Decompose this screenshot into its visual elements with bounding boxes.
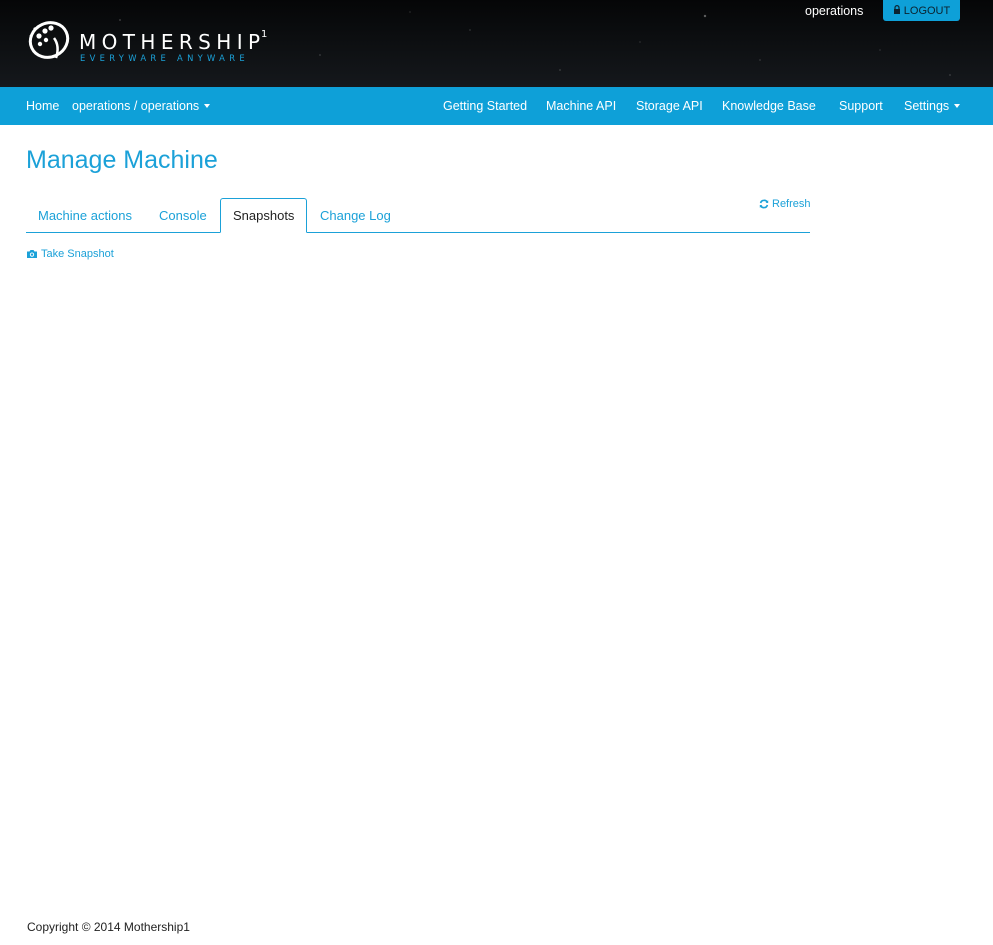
nav-getting-started[interactable]: Getting Started bbox=[443, 87, 527, 125]
current-user[interactable]: operations bbox=[805, 4, 863, 18]
top-header: MOTHERSHIP 1 EVERYWARE ANYWARE operation… bbox=[0, 0, 993, 87]
take-snapshot-label: Take Snapshot bbox=[41, 248, 114, 260]
nav-storage-api[interactable]: Storage API bbox=[636, 87, 703, 125]
camera-icon bbox=[27, 250, 37, 258]
nav-home[interactable]: Home bbox=[26, 87, 59, 125]
mothership-logo-icon bbox=[28, 21, 70, 59]
tab-console[interactable]: Console bbox=[147, 198, 219, 233]
machine-tabs: Machine actions Console Snapshots Change… bbox=[26, 198, 810, 233]
refresh-link[interactable]: Refresh bbox=[759, 198, 811, 210]
footer-copyright: Copyright © 2014 Mothership1 bbox=[27, 920, 190, 934]
take-snapshot-link[interactable]: Take Snapshot bbox=[26, 248, 114, 260]
nav-support[interactable]: Support bbox=[839, 87, 883, 125]
nav-machine-api[interactable]: Machine API bbox=[546, 87, 616, 125]
nav-settings[interactable]: Settings bbox=[904, 87, 961, 125]
caret-down-icon bbox=[954, 103, 961, 108]
tab-machine-actions[interactable]: Machine actions bbox=[26, 198, 144, 233]
tab-change-log[interactable]: Change Log bbox=[308, 198, 403, 233]
brand-logo[interactable]: MOTHERSHIP 1 EVERYWARE ANYWARE bbox=[26, 16, 276, 66]
nav-org-selector[interactable]: operations / operations bbox=[72, 87, 211, 125]
nav-knowledge-base[interactable]: Knowledge Base bbox=[722, 87, 816, 125]
brand-tagline: EVERYWARE ANYWARE bbox=[80, 53, 249, 63]
main-navbar: Home operations / operations Getting Sta… bbox=[0, 87, 993, 125]
logout-button[interactable]: LOGOUT bbox=[883, 0, 960, 21]
brand-superscript: 1 bbox=[261, 29, 268, 40]
caret-down-icon bbox=[204, 103, 211, 108]
lock-icon bbox=[893, 5, 900, 14]
brand-name: MOTHERSHIP bbox=[79, 30, 266, 54]
tab-snapshots[interactable]: Snapshots bbox=[220, 198, 308, 233]
refresh-icon bbox=[759, 199, 769, 209]
logout-label: LOGOUT bbox=[903, 4, 951, 17]
refresh-label: Refresh bbox=[772, 198, 811, 210]
nav-org-selector-label: operations / operations bbox=[72, 99, 200, 113]
nav-settings-label: Settings bbox=[904, 99, 950, 113]
page-title: Manage Machine bbox=[26, 146, 218, 174]
